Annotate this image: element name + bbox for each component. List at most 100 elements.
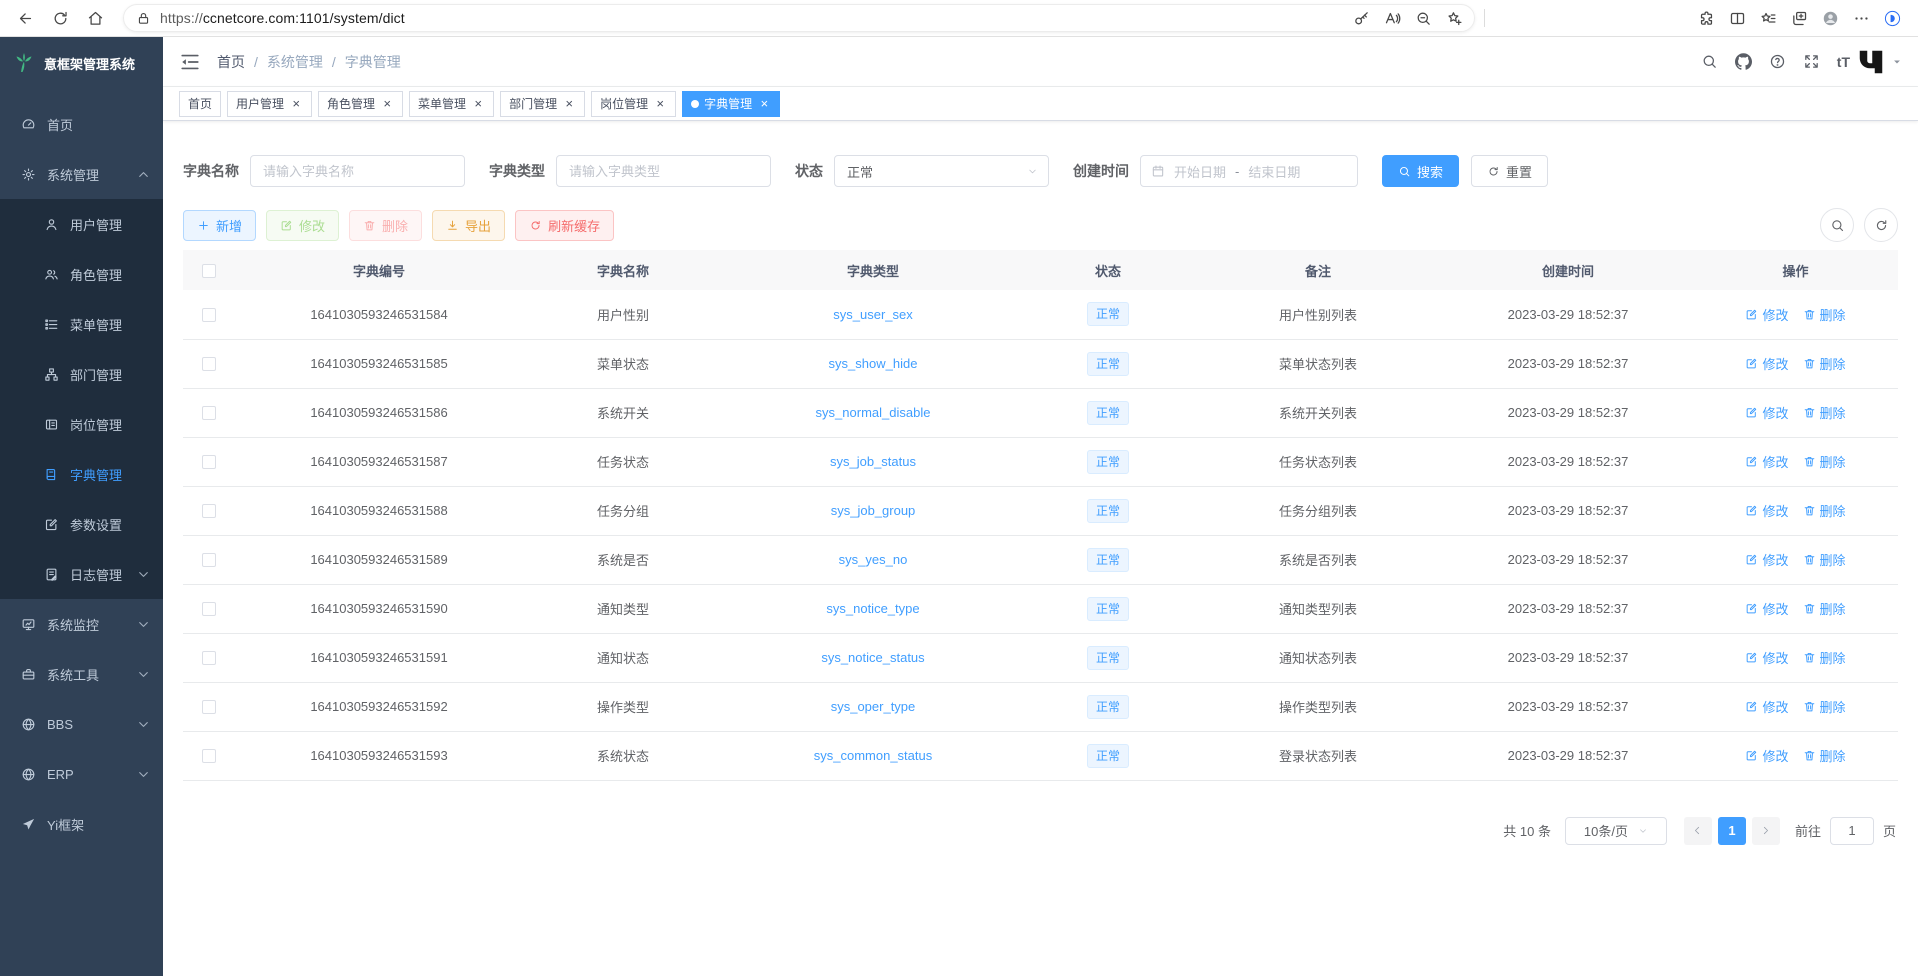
dict-name-input[interactable] [250, 155, 465, 187]
row-delete-button[interactable]: 删除 [1803, 697, 1846, 716]
status-select[interactable]: 正常 [834, 155, 1049, 187]
row-edit-button[interactable]: 修改 [1745, 403, 1788, 422]
font-size-icon[interactable]: tT [1837, 55, 1850, 69]
more-button[interactable] [1846, 4, 1877, 33]
back-button[interactable] [10, 4, 41, 33]
sidebar-item-user-mgmt[interactable]: 用户管理 [0, 199, 163, 249]
row-edit-button[interactable]: 修改 [1745, 305, 1788, 324]
row-edit-button[interactable]: 修改 [1745, 354, 1788, 373]
search-button[interactable]: 搜索 [1382, 155, 1459, 187]
tab-close-icon[interactable]: × [757, 97, 771, 111]
dict-type-link[interactable]: sys_notice_type [826, 601, 919, 616]
sidebar-item-yi-framework[interactable]: Yi框架 [0, 799, 163, 849]
dict-type-link[interactable]: sys_common_status [814, 748, 933, 763]
sidebar-item-system-tools[interactable]: 系统工具 [0, 649, 163, 699]
sidebar-item-menu-mgmt[interactable]: 菜单管理 [0, 299, 163, 349]
collections-button[interactable] [1784, 4, 1815, 33]
refresh-button[interactable] [45, 4, 76, 33]
date-range-picker[interactable]: 开始日期 - 结束日期 [1140, 155, 1358, 187]
sidebar-item-role-mgmt[interactable]: 角色管理 [0, 249, 163, 299]
tab-close-icon[interactable]: × [380, 97, 394, 111]
row-delete-button[interactable]: 删除 [1803, 305, 1846, 324]
select-all-checkbox[interactable] [202, 264, 216, 278]
tab-dict-mgmt[interactable]: 字典管理× [682, 91, 780, 117]
read-aloud-button[interactable] [1377, 4, 1408, 33]
row-delete-button[interactable]: 删除 [1803, 648, 1846, 667]
reset-button[interactable]: 重置 [1471, 155, 1548, 187]
dict-type-link[interactable]: sys_oper_type [831, 699, 916, 714]
row-delete-button[interactable]: 删除 [1803, 452, 1846, 471]
dict-type-link[interactable]: sys_normal_disable [816, 405, 931, 420]
dict-type-link[interactable]: sys_yes_no [839, 552, 908, 567]
goto-page-input[interactable] [1830, 817, 1874, 845]
row-checkbox[interactable] [202, 700, 216, 714]
user-avatar[interactable] [1856, 47, 1902, 77]
current-page[interactable]: 1 [1718, 817, 1746, 845]
row-checkbox[interactable] [202, 406, 216, 420]
sidebar-item-post-mgmt[interactable]: 岗位管理 [0, 399, 163, 449]
row-delete-button[interactable]: 删除 [1803, 599, 1846, 618]
sidebar-item-bbs[interactable]: BBS [0, 699, 163, 749]
key-button[interactable] [1346, 4, 1377, 33]
tab-post-mgmt[interactable]: 岗位管理× [591, 91, 676, 117]
tab-dept-mgmt[interactable]: 部门管理× [500, 91, 585, 117]
sidebar-item-dict-mgmt[interactable]: 字典管理 [0, 449, 163, 499]
row-checkbox[interactable] [202, 602, 216, 616]
dict-type-link[interactable]: sys_job_group [831, 503, 916, 518]
sidebar-item-system-mgmt[interactable]: 系统管理 [0, 149, 163, 199]
tab-role-mgmt[interactable]: 角色管理× [318, 91, 403, 117]
github-icon[interactable] [1735, 53, 1752, 70]
tab-close-icon[interactable]: × [289, 97, 303, 111]
sidebar-item-dept-mgmt[interactable]: 部门管理 [0, 349, 163, 399]
dict-type-link[interactable]: sys_user_sex [833, 307, 912, 322]
profile-button[interactable] [1815, 4, 1846, 33]
tab-home[interactable]: 首页 [179, 91, 221, 117]
search-icon[interactable] [1701, 53, 1718, 70]
row-delete-button[interactable]: 删除 [1803, 403, 1846, 422]
help-icon[interactable] [1769, 53, 1786, 70]
row-edit-button[interactable]: 修改 [1745, 501, 1788, 520]
tab-menu-mgmt[interactable]: 菜单管理× [409, 91, 494, 117]
delete-button[interactable]: 删除 [349, 210, 422, 241]
extensions-button[interactable] [1691, 4, 1722, 33]
dict-type-input[interactable] [556, 155, 771, 187]
row-checkbox[interactable] [202, 651, 216, 665]
tab-close-icon[interactable]: × [653, 97, 667, 111]
row-checkbox[interactable] [202, 553, 216, 567]
home-button[interactable] [80, 4, 111, 33]
dict-type-link[interactable]: sys_show_hide [829, 356, 918, 371]
sidebar-item-system-monitor[interactable]: 系统监控 [0, 599, 163, 649]
dict-type-link[interactable]: sys_job_status [830, 454, 916, 469]
row-checkbox[interactable] [202, 749, 216, 763]
toggle-search-button[interactable] [1820, 208, 1854, 242]
sidebar-toggle-icon[interactable] [179, 51, 201, 73]
row-checkbox[interactable] [202, 308, 216, 322]
zoom-out-button[interactable] [1408, 4, 1439, 33]
edit-button[interactable]: 修改 [266, 210, 339, 241]
row-checkbox[interactable] [202, 455, 216, 469]
breadcrumb-item[interactable]: 系统管理 [267, 52, 323, 72]
dict-type-link[interactable]: sys_notice_status [821, 650, 924, 665]
row-checkbox[interactable] [202, 504, 216, 518]
row-edit-button[interactable]: 修改 [1745, 452, 1788, 471]
row-delete-button[interactable]: 删除 [1803, 550, 1846, 569]
sidebar-item-param-settings[interactable]: 参数设置 [0, 499, 163, 549]
favorites-bar-button[interactable] [1753, 4, 1784, 33]
row-edit-button[interactable]: 修改 [1745, 746, 1788, 765]
add-favorite-button[interactable] [1439, 4, 1470, 33]
row-delete-button[interactable]: 删除 [1803, 746, 1846, 765]
sidebar-item-erp[interactable]: ERP [0, 749, 163, 799]
row-edit-button[interactable]: 修改 [1745, 599, 1788, 618]
row-edit-button[interactable]: 修改 [1745, 648, 1788, 667]
sidebar-item-home[interactable]: 首页 [0, 99, 163, 149]
add-button[interactable]: 新增 [183, 210, 256, 241]
row-edit-button[interactable]: 修改 [1745, 550, 1788, 569]
next-page-button[interactable] [1752, 817, 1780, 845]
fullscreen-icon[interactable] [1803, 53, 1820, 70]
tab-close-icon[interactable]: × [562, 97, 576, 111]
breadcrumb-item[interactable]: 首页 [217, 52, 245, 72]
page-size-select[interactable]: 10条/页 [1565, 817, 1667, 845]
lock-icon[interactable] [136, 11, 151, 26]
row-delete-button[interactable]: 删除 [1803, 354, 1846, 373]
refresh-cache-button[interactable]: 刷新缓存 [515, 210, 614, 241]
